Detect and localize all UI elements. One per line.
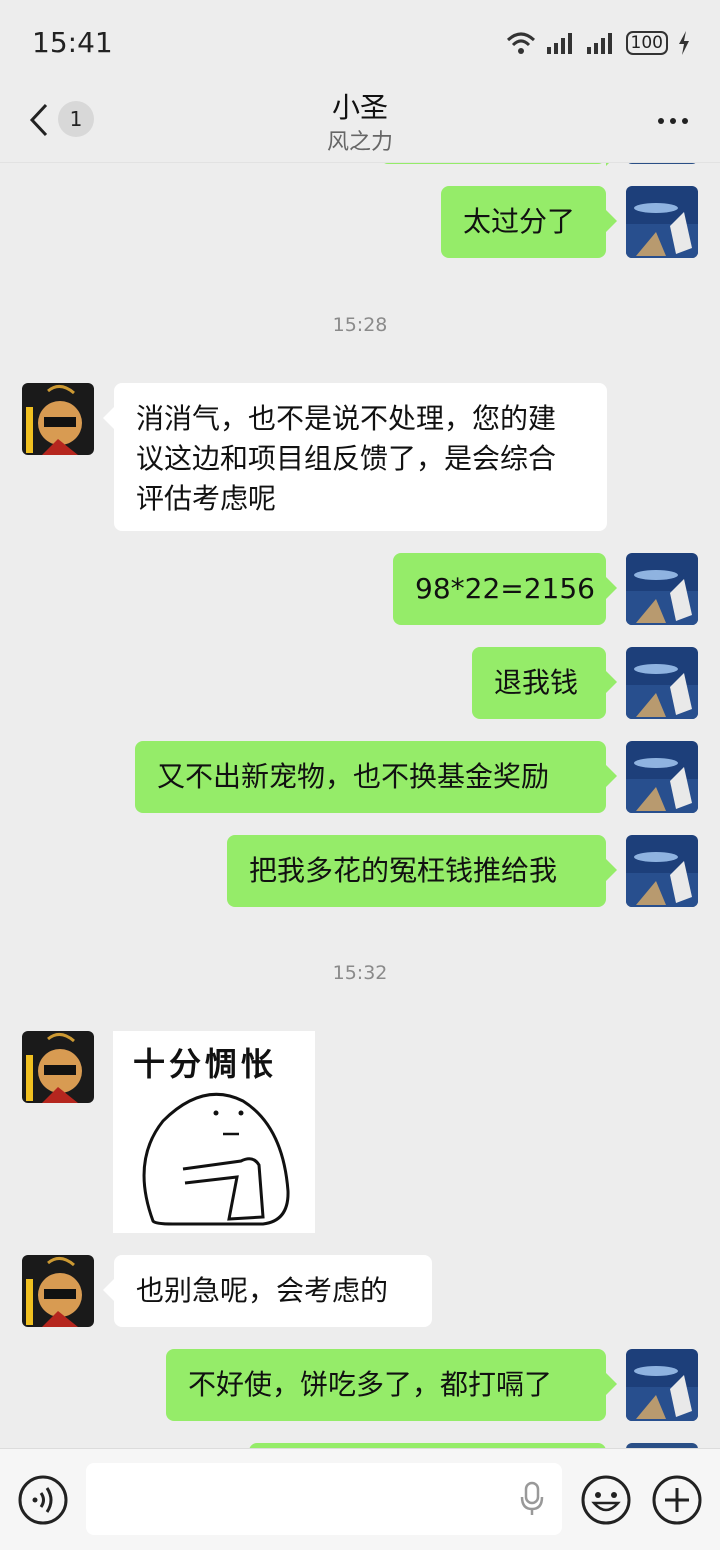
message-bubble[interactable]: 也别急呢，会考虑的 (103, 1255, 432, 1327)
contact-avatar[interactable] (22, 1031, 94, 1103)
microphone-icon[interactable] (518, 1481, 546, 1517)
plus-icon[interactable] (652, 1475, 702, 1525)
message-bubble[interactable]: 把我多花的冤枉钱推给我 (227, 835, 617, 907)
status-time: 15:41 (32, 26, 113, 59)
my-avatar[interactable] (626, 835, 698, 907)
emoji-icon[interactable] (581, 1475, 631, 1525)
chat-subtitle: 风之力 (326, 130, 393, 155)
timestamp: 15:28 (332, 314, 388, 336)
contact-avatar[interactable] (22, 383, 94, 455)
message-bubble[interactable]: 太过分了 (441, 186, 617, 258)
message-input[interactable] (86, 1463, 562, 1535)
chat-title: 小圣 (331, 91, 388, 124)
voice-icon[interactable] (18, 1475, 68, 1525)
chat-header: 1 小圣 风之力 (0, 84, 720, 163)
my-avatar[interactable] (626, 186, 698, 258)
signal-icon (586, 33, 612, 54)
wifi-icon (506, 32, 535, 54)
input-bar (0, 1448, 720, 1550)
message-bubble[interactable]: 退我钱 (472, 647, 617, 719)
my-avatar[interactable] (626, 741, 698, 813)
timestamp: 15:32 (332, 962, 388, 984)
my-avatar[interactable] (626, 647, 698, 719)
message-bubble[interactable]: 消消气，也不是说不处理，您的建 议这边和项目组反馈了，是会综合 评估考虑呢 (103, 383, 607, 531)
battery-indicator: 100 (625, 31, 668, 55)
message-bubble[interactable]: 不好使，饼吃多了，都打嗝了 (166, 1349, 617, 1421)
my-avatar[interactable] (626, 553, 698, 625)
message-line: 议这边和项目组反馈了，是会综合 (136, 442, 557, 475)
message-bubble[interactable]: 又不出新宠物，也不换基金奖励 (135, 741, 617, 813)
message-line: 消消气，也不是说不处理，您的建 (136, 402, 557, 435)
status-icons: 100 (506, 28, 690, 58)
contact-avatar[interactable] (22, 1255, 94, 1327)
more-dots-icon[interactable] (656, 104, 690, 138)
status-bar: 15:41 100 (0, 0, 720, 84)
message-bubble[interactable]: 98*22=2156 (393, 553, 617, 625)
message-line: 评估考虑呢 (136, 482, 277, 515)
charging-icon (679, 31, 689, 55)
sticker-image[interactable]: 十分惆怅 (113, 1031, 315, 1233)
sticker-drawing (142, 1092, 290, 1226)
signal-icon (546, 33, 572, 54)
my-avatar[interactable] (626, 1349, 698, 1421)
